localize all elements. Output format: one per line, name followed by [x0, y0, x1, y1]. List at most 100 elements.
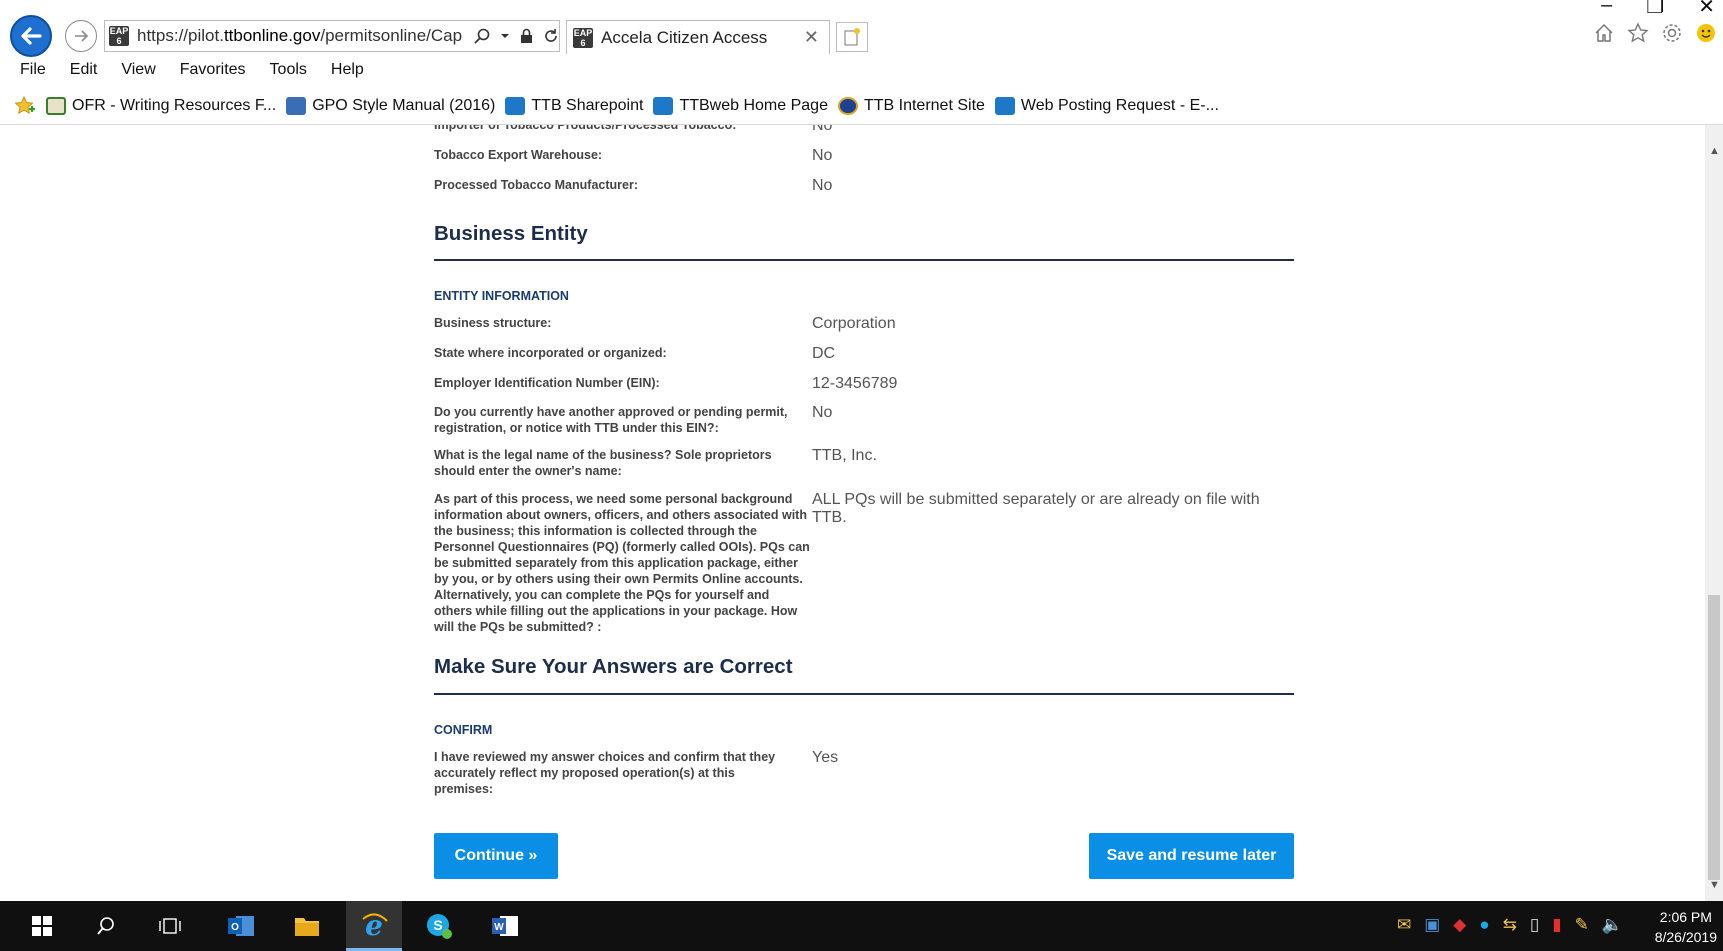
- field-value: No: [812, 125, 833, 134]
- scrollbar-thumb[interactable]: [1708, 595, 1720, 880]
- task-view-icon: [159, 918, 181, 934]
- favorites-star-icon[interactable]: [1627, 22, 1649, 44]
- dropdown-arrow-icon[interactable]: [500, 28, 510, 44]
- subheader-entity-information: ENTITY INFORMATION: [434, 289, 569, 303]
- system-tray: ✉ ▣ ◆ ● ⇆ ▯ ▮ ✎ 🔈: [1397, 915, 1623, 935]
- favorite-ttbweb-home-page[interactable]: TTBweb Home Page: [653, 97, 828, 115]
- field-label: Employer Identification Number (EIN):: [434, 376, 660, 390]
- field-label: Do you currently have another approved o…: [434, 405, 788, 435]
- restore-button[interactable]: ❐: [1646, 0, 1664, 19]
- back-button[interactable]: [10, 15, 52, 57]
- field-label: Importer of Tobacco Products/Processed T…: [434, 125, 737, 132]
- search-icon[interactable]: [474, 28, 490, 44]
- favorite-ttb-internet-site[interactable]: TTB Internet Site: [837, 97, 985, 115]
- review-column: Importer of Tobacco Products/Processed T…: [434, 125, 1294, 901]
- taskbar-clock[interactable]: 2:06 PM 8/26/2019: [1655, 907, 1717, 947]
- taskbar-word[interactable]: W: [480, 901, 530, 951]
- menu-view[interactable]: View: [109, 61, 167, 79]
- menu-favorites[interactable]: Favorites: [168, 61, 258, 79]
- save-and-resume-later-button[interactable]: Save and resume later: [1089, 833, 1294, 879]
- task-view-button[interactable]: [150, 901, 190, 951]
- favorite-ofr-writing-resources[interactable]: OFR - Writing Resources F...: [46, 97, 276, 115]
- field-value: No: [812, 177, 833, 194]
- taskbar-internet-explorer[interactable]: e: [346, 901, 402, 951]
- svg-text:W: W: [494, 922, 504, 933]
- forward-button[interactable]: [65, 20, 97, 52]
- continue-button[interactable]: Continue »: [434, 833, 558, 879]
- sync-tray-icon[interactable]: ⇆: [1503, 915, 1517, 935]
- field-value: No: [812, 404, 833, 421]
- tab-title: Accela Citizen Access: [601, 27, 768, 47]
- field-label: Business structure:: [434, 316, 552, 330]
- windows-logo-icon: [32, 916, 52, 936]
- arrow-left-icon: [21, 27, 42, 45]
- field-value: Yes: [812, 749, 839, 766]
- taskbar-outlook[interactable]: O: [216, 901, 266, 951]
- minimize-button[interactable]: –: [1601, 0, 1612, 19]
- mail-tray-icon[interactable]: ✉: [1397, 915, 1411, 935]
- close-tab-icon[interactable]: ✕: [804, 27, 819, 48]
- home-icon[interactable]: [1593, 22, 1615, 44]
- browser-chrome: – ❐ ✕ EAP 6 https://pilot.ttbonline.gov/…: [0, 0, 1723, 125]
- field-value: 12-3456789: [812, 375, 898, 392]
- section-title-confirm: Make Sure Your Answers are Correct: [434, 655, 793, 678]
- add-favorites-star-icon[interactable]: [14, 95, 38, 117]
- document-icon: [46, 97, 66, 115]
- skype-tray-icon[interactable]: ●: [1479, 915, 1489, 935]
- clock-date: 8/26/2019: [1654, 929, 1717, 945]
- field-value: TTB, Inc.: [812, 447, 877, 464]
- address-bar[interactable]: EAP 6 https://pilot.ttbonline.gov/permit…: [104, 20, 560, 52]
- taskbar-search-button[interactable]: [86, 901, 126, 951]
- internet-explorer-icon: e: [362, 910, 388, 940]
- gpo-icon: [286, 97, 307, 115]
- start-button[interactable]: [22, 901, 62, 951]
- folder-icon: [295, 918, 319, 936]
- favorite-ttb-sharepoint[interactable]: TTB Sharepoint: [505, 97, 643, 115]
- taskbar-skype[interactable]: S: [414, 901, 464, 951]
- refresh-icon[interactable]: [543, 28, 559, 44]
- scroll-down-arrow-icon[interactable]: ▼: [1709, 879, 1720, 891]
- vertical-scrollbar[interactable]: ▲ ▼: [1705, 125, 1723, 901]
- favorite-gpo-style-manual[interactable]: GPO Style Manual (2016): [286, 97, 495, 115]
- favorite-web-posting-request[interactable]: Web Posting Request - E-...: [994, 97, 1219, 115]
- menu-file[interactable]: File: [8, 61, 58, 79]
- outlook-icon: O: [228, 916, 254, 936]
- tab-accela-citizen-access[interactable]: EAP 6 Accela Citizen Access ✕: [566, 20, 830, 54]
- windows-taskbar: O e S W ✉ ▣ ◆ ● ⇆ ▯ ▮ ✎ 🔈 2:06 PM 8/26/2…: [0, 901, 1723, 951]
- field-label: Processed Tobacco Manufacturer:: [434, 178, 638, 192]
- field-value: ALL PQs will be submitted separately or …: [812, 491, 1260, 526]
- new-tab-button[interactable]: [836, 22, 868, 52]
- sharepoint-icon: [505, 97, 526, 115]
- page-content: Importer of Tobacco Products/Processed T…: [0, 125, 1705, 901]
- taskbar-file-explorer[interactable]: [282, 901, 332, 951]
- field-label: As part of this process, we need some pe…: [434, 492, 810, 634]
- menu-tools[interactable]: Tools: [258, 61, 319, 79]
- svg-text:S: S: [433, 917, 442, 933]
- section-divider: [434, 693, 1294, 695]
- site-favicon-icon: EAP 6: [109, 26, 129, 46]
- outlook-tray-icon[interactable]: ▣: [1424, 915, 1440, 935]
- notes-tray-icon[interactable]: ✎: [1575, 915, 1589, 935]
- arrow-right-icon: [75, 30, 89, 42]
- menu-edit[interactable]: Edit: [58, 61, 110, 79]
- field-label: State where incorporated or organized:: [434, 346, 667, 360]
- scroll-up-arrow-icon[interactable]: ▲: [1709, 145, 1720, 157]
- volume-icon[interactable]: 🔈: [1602, 915, 1623, 935]
- close-window-button[interactable]: ✕: [1698, 0, 1715, 19]
- subheader-confirm: CONFIRM: [434, 723, 493, 737]
- svg-text:O: O: [231, 922, 239, 933]
- field-value: DC: [812, 345, 836, 362]
- skype-icon: S: [427, 914, 452, 939]
- field-label: I have reviewed my answer choices and co…: [434, 750, 776, 796]
- lock-icon[interactable]: [520, 28, 533, 44]
- mcafee-tray-icon[interactable]: ◆: [1453, 915, 1466, 935]
- seal-icon: [837, 97, 858, 115]
- search-icon: [97, 917, 114, 935]
- smiley-feedback-icon[interactable]: [1695, 22, 1717, 44]
- settings-gear-icon[interactable]: [1661, 22, 1683, 44]
- address-url[interactable]: https://pilot.ttbonline.gov/permitsonlin…: [137, 26, 466, 46]
- usb-tray-icon[interactable]: ▯: [1530, 915, 1539, 935]
- battery-tray-icon[interactable]: ▮: [1552, 915, 1561, 935]
- section-title-business-entity: Business Entity: [434, 222, 588, 245]
- menu-help[interactable]: Help: [319, 61, 376, 79]
